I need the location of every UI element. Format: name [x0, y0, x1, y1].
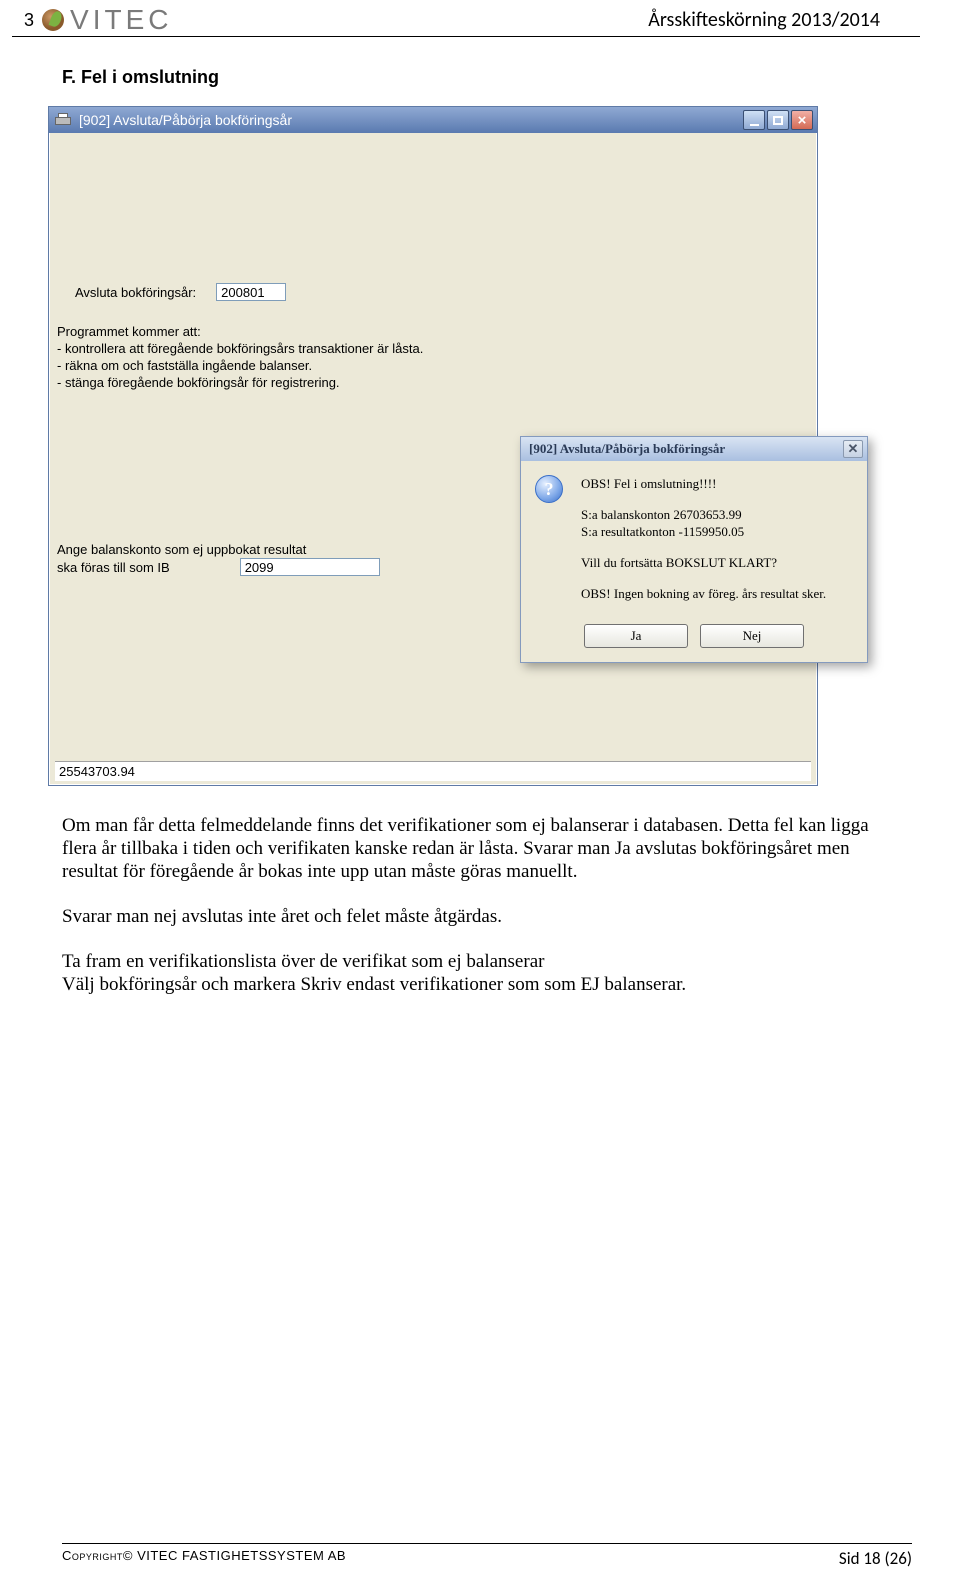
- logo-area: 3 VITEC: [24, 4, 172, 36]
- info-line1: - kontrollera att föregående bokföringså…: [57, 340, 423, 357]
- info-heading: Programmet kommer att:: [57, 323, 423, 340]
- dialog-title-bar: [902] Avsluta/Påbörja bokföringsår ✕: [521, 437, 867, 461]
- page-header: 3 VITEC Årsskifteskörning 2013/2014: [12, 0, 920, 37]
- dialog-line4: Vill du fortsätta BOKSLUT KLART?: [581, 554, 826, 571]
- info-line2: - räkna om och fastställa ingående balan…: [57, 357, 423, 374]
- body-paragraphs: Om man får detta felmeddelande finns det…: [62, 814, 898, 996]
- info-block: Programmet kommer att: - kontrollera att…: [57, 323, 423, 391]
- no-button[interactable]: Nej: [700, 624, 804, 648]
- minimize-button[interactable]: [743, 110, 765, 130]
- dialog-close-button[interactable]: ✕: [843, 440, 863, 458]
- dialog-body: ? OBS! Fel i omslutning!!!! S:a balansko…: [521, 461, 867, 620]
- question-icon: ?: [535, 475, 567, 507]
- yes-button[interactable]: Ja: [584, 624, 688, 648]
- bal-line2: ska föras till som IB: [57, 559, 170, 576]
- dialog-sums: S:a balanskonton 26703653.99 S:a resulta…: [581, 506, 826, 540]
- copyright: Copyright© VITEC FASTIGHETSSYSTEM AB: [62, 1548, 346, 1569]
- status-number: 25543703.94: [55, 761, 811, 781]
- dialog-line3: S:a resultatkonton -1159950.05: [581, 524, 744, 539]
- paragraph-1: Om man får detta felmeddelande finns det…: [62, 814, 898, 883]
- paragraph-3: Ta fram en verifikationslista över de ve…: [62, 950, 898, 996]
- print-icon: [55, 113, 71, 127]
- dialog-line1: OBS! Fel i omslutning!!!!: [581, 475, 826, 492]
- close-button[interactable]: ×: [791, 110, 813, 130]
- page-prefix: 3: [24, 10, 34, 31]
- vitec-logo-icon: [42, 9, 64, 31]
- paragraph-2: Svarar man nej avslutas inte året och fe…: [62, 905, 898, 928]
- page-footer: Copyright© VITEC FASTIGHETSSYSTEM AB Sid…: [62, 1543, 912, 1569]
- dialog-text: OBS! Fel i omslutning!!!! S:a balanskont…: [581, 475, 826, 610]
- bal-input[interactable]: 2099: [240, 558, 380, 576]
- info-line3: - stänga föregående bokföringsår för reg…: [57, 374, 423, 391]
- maximize-button[interactable]: [767, 110, 789, 130]
- avsluta-input[interactable]: 200801: [216, 283, 286, 301]
- dialog-line2: S:a balanskonton 26703653.99: [581, 507, 742, 522]
- brand-text: VITEC: [70, 4, 172, 36]
- main-title-bar: [902] Avsluta/Påbörja bokföringsår ×: [49, 107, 817, 133]
- screenshot-area: [902] Avsluta/Påbörja bokföringsår × Avs…: [48, 106, 833, 786]
- dialog-line5: OBS! Ingen bokning av föreg. års resulta…: [581, 585, 826, 602]
- bal-line1: Ange balanskonto som ej uppbokat resulta…: [57, 541, 380, 558]
- section-title: F. Fel i omslutning: [62, 67, 960, 88]
- dialog-title-text: [902] Avsluta/Påbörja bokföringsår: [529, 441, 725, 457]
- dialog: [902] Avsluta/Påbörja bokföringsår ✕ ? O…: [520, 436, 868, 663]
- dialog-buttons: Ja Nej: [521, 620, 867, 662]
- avsluta-label: Avsluta bokföringsår:: [75, 285, 196, 300]
- page-number: Sid 18 (26): [839, 1548, 912, 1569]
- document-title: Årsskifteskörning 2013/2014: [648, 8, 880, 32]
- balance-block: Ange balanskonto som ej uppbokat resulta…: [57, 541, 380, 576]
- avsluta-row: Avsluta bokföringsår: 200801: [75, 283, 286, 301]
- main-title-text: [902] Avsluta/Påbörja bokföringsår: [79, 112, 292, 128]
